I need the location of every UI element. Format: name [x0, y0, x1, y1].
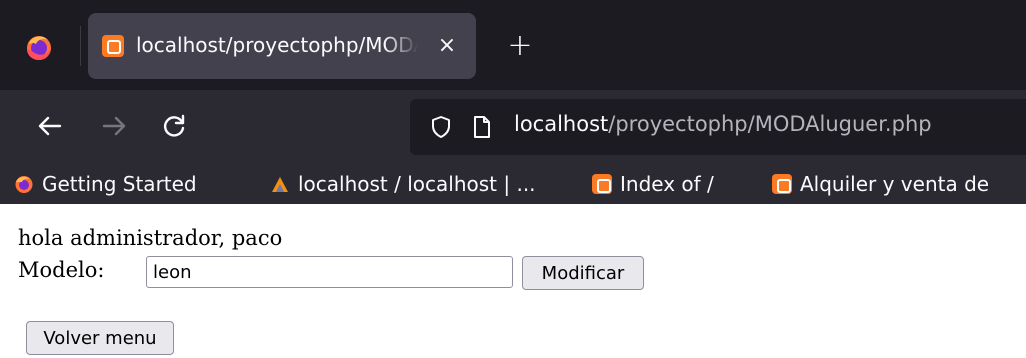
url-path: /proyectophp/MODAluguer.php [608, 112, 932, 136]
tab-strip: localhost/proyectophp/MODAluguer.php × + [0, 0, 1026, 90]
tab-separator [80, 26, 81, 66]
bookmark-label: Getting Started [42, 172, 197, 196]
reload-icon[interactable] [156, 108, 192, 144]
xampp-icon [102, 35, 124, 57]
modify-button[interactable]: Modificar [522, 256, 644, 290]
back-arrow-icon[interactable] [32, 108, 68, 144]
firefox-menu-icon[interactable] [24, 32, 54, 62]
bookmark-label: localhost / localhost | ... [298, 172, 536, 196]
tracking-protection-shield-icon[interactable] [430, 115, 452, 139]
bookmark-label: Index of / [620, 172, 714, 196]
bookmark-alquiler[interactable]: Alquiler y venta de [772, 164, 989, 204]
bookmark-getting-started[interactable]: Getting Started [14, 164, 197, 204]
tab-title: localhost/proyectophp/MODAluguer.php [136, 33, 418, 57]
bookmark-phpmyadmin[interactable]: localhost / localhost | ... [270, 164, 536, 204]
bookmark-index-of[interactable]: Index of / [592, 164, 714, 204]
tab-active[interactable]: localhost/proyectophp/MODAluguer.php × [88, 13, 476, 79]
greeting-text: hola administrador, paco [18, 226, 283, 250]
url-host: localhost [514, 112, 609, 136]
new-tab-button[interactable]: + [500, 26, 540, 66]
firefox-icon [15, 176, 33, 193]
bookmarks-toolbar: Getting Started localhost / localhost | … [0, 164, 1026, 204]
model-label: Modelo: [18, 258, 105, 282]
forward-arrow-icon[interactable] [96, 108, 132, 144]
model-input[interactable] [146, 256, 513, 288]
navigation-toolbar: localhost/proyectophp/MODAluguer.php [0, 90, 1026, 164]
close-tab-icon[interactable]: × [430, 27, 464, 65]
back-to-menu-button[interactable]: Volver menu [26, 321, 174, 355]
url-text: localhost/proyectophp/MODAluguer.php [514, 112, 932, 136]
address-bar[interactable]: localhost/proyectophp/MODAluguer.php [410, 99, 1026, 155]
phpmyadmin-icon [272, 177, 288, 192]
xampp-icon [592, 174, 612, 194]
page-info-icon[interactable] [472, 115, 492, 139]
bookmark-label: Alquiler y venta de [800, 172, 990, 196]
xampp-icon [772, 174, 792, 194]
